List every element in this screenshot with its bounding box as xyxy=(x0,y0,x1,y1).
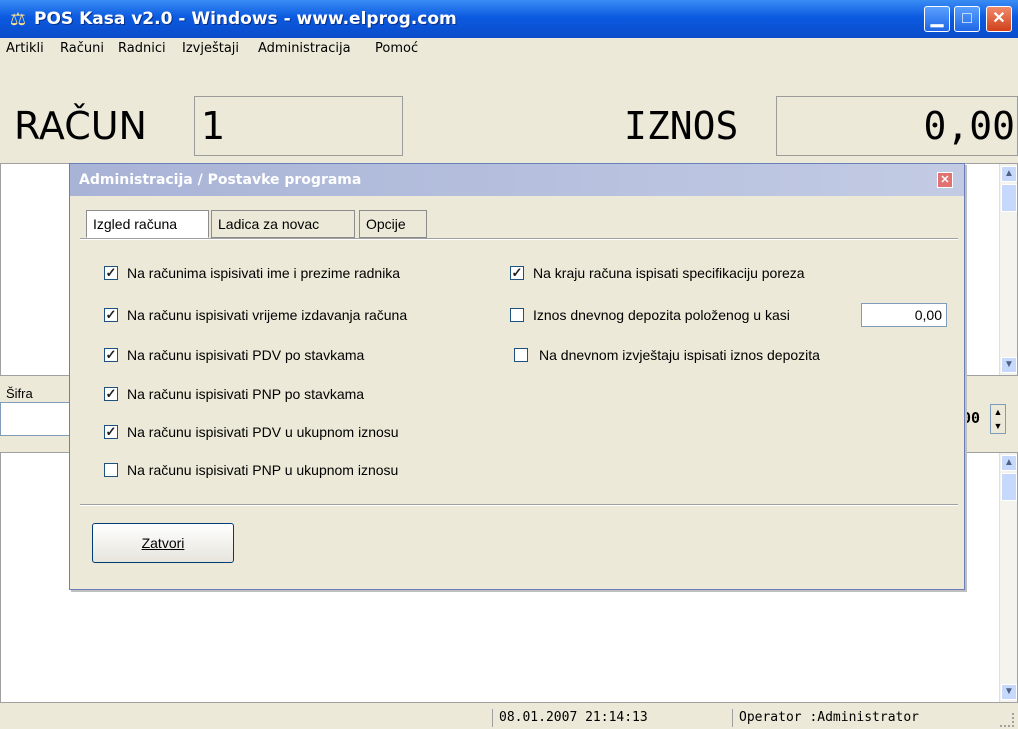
menu-pomoc[interactable]: Pomoć xyxy=(375,41,418,56)
checkbox[interactable] xyxy=(104,463,118,477)
scroll-thumb[interactable] xyxy=(1001,184,1017,212)
quantity-stepper[interactable]: ▲ ▼ xyxy=(990,404,1006,434)
status-datetime: 08.01.2007 21:14:13 xyxy=(492,709,729,727)
status-bar: 08.01.2007 21:14:13 Operator :Administra… xyxy=(0,707,1018,729)
option-pnp-ukupno[interactable]: Na računu ispisivati PNP u ukupnom iznos… xyxy=(104,460,504,480)
racun-value: 1 xyxy=(201,104,226,148)
resize-grip-icon[interactable] xyxy=(1000,713,1014,727)
checkbox[interactable]: ✓ xyxy=(104,425,118,439)
items-scrollbar[interactable]: ▲ ▼ xyxy=(999,164,1017,375)
tab-separator xyxy=(80,238,958,240)
footer-separator xyxy=(80,504,958,506)
menu-artikli[interactable]: Artikli xyxy=(6,41,44,56)
cash-register-icon: ⚖ xyxy=(9,9,27,29)
iznos-value: 0,00 xyxy=(923,104,1015,148)
dialog-title[interactable]: Administracija / Postavke programa xyxy=(70,164,964,196)
menu-radnici[interactable]: Radnici xyxy=(118,41,166,56)
zatvori-label: Zatvori xyxy=(141,535,185,551)
maximize-button[interactable]: □ xyxy=(954,6,980,32)
checkbox[interactable] xyxy=(510,308,524,322)
minimize-button[interactable]: ▁ xyxy=(924,6,950,32)
deposit-amount-input[interactable]: 0,00 xyxy=(861,303,947,327)
sifra-label: Šifra xyxy=(6,386,33,401)
zatvori-button[interactable]: Zatvori xyxy=(92,523,234,563)
receipt-scrollbar[interactable]: ▲ ▼ xyxy=(999,453,1017,702)
scroll-down-icon[interactable]: ▼ xyxy=(1001,684,1017,700)
checkbox[interactable]: ✓ xyxy=(104,308,118,322)
option-depozit-izvjestaj[interactable]: Na dnevnom izvještaju ispisati iznos dep… xyxy=(514,345,934,365)
menu-bar: Artikli Računi Radnici Izvještaji Admini… xyxy=(0,38,1018,60)
tab-ladica-za-novac[interactable]: Ladica za novac xyxy=(211,210,355,238)
option-ime-prezime-radnika[interactable]: ✓ Na računima ispisivati ime i prezime r… xyxy=(104,263,504,283)
iznos-value-box: 0,00 xyxy=(776,96,1018,156)
scroll-up-icon[interactable]: ▲ xyxy=(1001,166,1017,182)
option-vrijeme-izdavanja[interactable]: ✓ Na računu ispisivati vrijeme izdavanja… xyxy=(104,305,504,325)
scroll-down-icon[interactable]: ▼ xyxy=(1001,357,1017,373)
close-button[interactable]: ✕ xyxy=(986,6,1012,32)
checkbox[interactable]: ✓ xyxy=(510,266,524,280)
status-operator: Operator :Administrator xyxy=(732,709,999,727)
checkbox[interactable]: ✓ xyxy=(104,348,118,362)
iznos-label: IZNOS xyxy=(624,104,739,148)
option-dnevni-depozit[interactable]: Iznos dnevnog depozita položenog u kasi xyxy=(510,305,860,325)
menu-racuni[interactable]: Računi xyxy=(60,41,104,56)
menu-izvjestaji[interactable]: Izvještaji xyxy=(182,41,239,56)
checkbox[interactable]: ✓ xyxy=(104,266,118,280)
option-pnp-po-stavkama[interactable]: ✓ Na računu ispisivati PNP po stavkama xyxy=(104,384,504,404)
option-pdv-po-stavkama[interactable]: ✓ Na računu ispisivati PDV po stavkama xyxy=(104,345,504,365)
tab-opcije[interactable]: Opcije xyxy=(359,210,427,238)
dialog-close-icon[interactable]: ✕ xyxy=(937,172,953,188)
scroll-up-icon[interactable]: ▲ xyxy=(1001,455,1017,471)
option-pdv-ukupno[interactable]: ✓ Na računu ispisivati PDV u ukupnom izn… xyxy=(104,422,504,442)
tab-izgled-racuna[interactable]: Izgled računa xyxy=(86,210,209,238)
checkbox[interactable]: ✓ xyxy=(104,387,118,401)
option-specifikacija-poreza[interactable]: ✓ Na kraju računa ispisati specifikaciju… xyxy=(510,263,930,283)
checkbox[interactable] xyxy=(514,348,528,362)
racun-value-box: 1 xyxy=(194,96,403,156)
window-title: POS Kasa v2.0 - Windows - www.elprog.com xyxy=(34,9,457,29)
racun-label: RAČUN xyxy=(14,104,147,148)
menu-administracija[interactable]: Administracija xyxy=(258,41,351,56)
sifra-input[interactable] xyxy=(0,402,76,436)
title-bar[interactable]: ⚖ POS Kasa v2.0 - Windows - www.elprog.c… xyxy=(0,0,1018,38)
scroll-thumb[interactable] xyxy=(1001,473,1017,501)
